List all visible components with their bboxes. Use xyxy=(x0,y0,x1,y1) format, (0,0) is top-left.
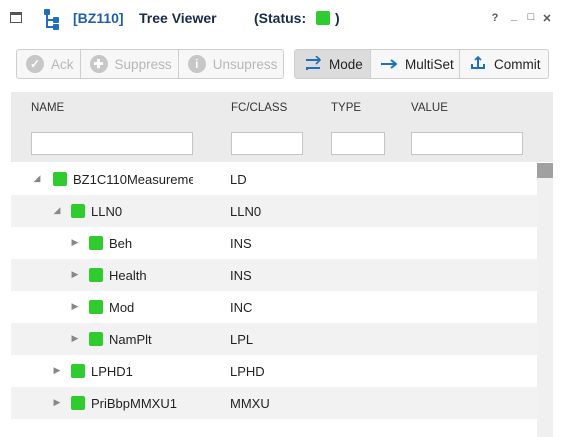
expand-icon[interactable]: ▶ xyxy=(70,269,80,280)
window-id: [BZ110] xyxy=(73,10,124,26)
node-name: Beh xyxy=(109,236,133,251)
node-class: LD xyxy=(230,172,247,187)
mode-icon xyxy=(303,54,323,74)
mode-label: Mode xyxy=(329,56,363,72)
node-status-icon xyxy=(71,204,85,218)
window-icon[interactable] xyxy=(10,12,22,23)
check-circle-icon: ✓ xyxy=(25,54,45,74)
node-status-icon xyxy=(71,364,85,378)
node-name: PriBbpMMXU1 xyxy=(91,396,177,411)
help-button[interactable]: ? xyxy=(489,12,501,24)
suppress-button[interactable]: ✚ Suppress xyxy=(81,50,179,78)
expand-icon[interactable]: ▶ xyxy=(52,365,62,376)
tree-row[interactable]: ▶ Health INS xyxy=(11,259,537,291)
type-filter-input[interactable] xyxy=(331,132,385,155)
fc-class-filter-input[interactable] xyxy=(231,132,303,155)
node-class: INS xyxy=(230,236,252,251)
node-class: INC xyxy=(230,300,253,315)
tree-row[interactable]: ◢ BZ1C110Measurements LD xyxy=(11,163,537,195)
status-label: (Status: xyxy=(254,10,307,26)
tree-row[interactable]: ▶ NamPlt LPL xyxy=(11,323,537,355)
node-status-icon xyxy=(89,268,103,282)
expand-icon[interactable]: ▶ xyxy=(70,333,80,344)
column-header-type[interactable]: TYPE xyxy=(331,102,361,114)
grid-header: NAME FC/CLASS TYPE VALUE xyxy=(11,92,553,162)
scrollbar-thumb[interactable] xyxy=(537,163,553,178)
mode-button[interactable]: Mode xyxy=(295,50,371,78)
unsupress-button[interactable]: i Unsupress xyxy=(179,50,283,78)
tree-row[interactable]: ▶ Beh INS xyxy=(11,227,537,259)
maximize-button[interactable]: □ xyxy=(525,11,537,23)
tree-row[interactable]: ▶ LPHD1 LPHD xyxy=(11,355,537,387)
node-class: LPL xyxy=(230,332,254,347)
tree-row[interactable]: ▶ PriBbpMMXU1 MMXU xyxy=(11,387,537,419)
tree-viewer-icon xyxy=(44,9,59,30)
commit-button[interactable]: Commit xyxy=(460,50,548,78)
node-status-icon xyxy=(89,236,103,250)
node-class: LLN0 xyxy=(230,204,262,219)
node-name: Health xyxy=(109,268,147,283)
tree-row[interactable]: ▶ Mod INC xyxy=(11,291,537,323)
node-status-icon xyxy=(89,300,103,314)
status-indicator xyxy=(316,11,330,25)
name-filter-input[interactable] xyxy=(31,132,193,155)
multiset-button[interactable]: MultiSet xyxy=(371,50,460,78)
minimize-button[interactable]: _ xyxy=(508,10,520,22)
node-name: BZ1C110Measurements xyxy=(73,172,193,187)
node-name: LLN0 xyxy=(91,204,123,219)
node-class: LPHD xyxy=(230,364,265,379)
collapse-icon[interactable]: ◢ xyxy=(52,205,62,216)
column-header-fc-class[interactable]: FC/CLASS xyxy=(231,102,287,114)
expand-icon[interactable]: ▶ xyxy=(52,397,62,408)
node-class: MMXU xyxy=(230,396,270,411)
mode-action-group: Mode MultiSet Commit xyxy=(294,49,549,79)
node-name: NamPlt xyxy=(109,332,152,347)
expand-icon[interactable]: ▶ xyxy=(70,301,80,312)
multiset-label: MultiSet xyxy=(405,56,454,72)
scrollbar-track[interactable] xyxy=(537,163,553,437)
title-bar: [BZ110] Tree Viewer (Status: ) ? _ □ ✕ xyxy=(0,0,565,38)
unsupress-label: Unsupress xyxy=(212,56,278,72)
tree-grid-body: ◢ BZ1C110Measurements LD ◢ LLN0 LLN0 ▶ B… xyxy=(11,163,537,437)
close-button[interactable]: ✕ xyxy=(541,12,553,25)
status-close-paren: ) xyxy=(335,10,340,26)
arrow-right-icon xyxy=(379,54,399,74)
window-title: Tree Viewer xyxy=(139,10,217,26)
value-filter-input[interactable] xyxy=(411,132,523,155)
node-status-icon xyxy=(53,172,67,186)
tree-row[interactable]: ◢ LLN0 LLN0 xyxy=(11,195,537,227)
info-circle-icon: i xyxy=(187,54,207,74)
anchor-icon xyxy=(468,54,488,74)
ack-button[interactable]: ✓ Ack xyxy=(17,50,81,78)
plus-circle-icon: ✚ xyxy=(89,54,109,74)
ack-label: Ack xyxy=(51,56,74,72)
collapse-icon[interactable]: ◢ xyxy=(32,173,42,184)
commit-label: Commit xyxy=(494,56,541,72)
node-status-icon xyxy=(89,332,103,346)
column-header-name[interactable]: NAME xyxy=(31,102,64,114)
node-status-icon xyxy=(71,396,85,410)
node-name: Mod xyxy=(109,300,135,315)
expand-icon[interactable]: ▶ xyxy=(70,237,80,248)
node-name: LPHD1 xyxy=(91,364,133,379)
alarm-action-group: ✓ Ack ✚ Suppress i Unsupress xyxy=(16,49,284,79)
column-header-value[interactable]: VALUE xyxy=(411,102,448,114)
node-class: INS xyxy=(230,268,252,283)
suppress-label: Suppress xyxy=(114,56,172,72)
